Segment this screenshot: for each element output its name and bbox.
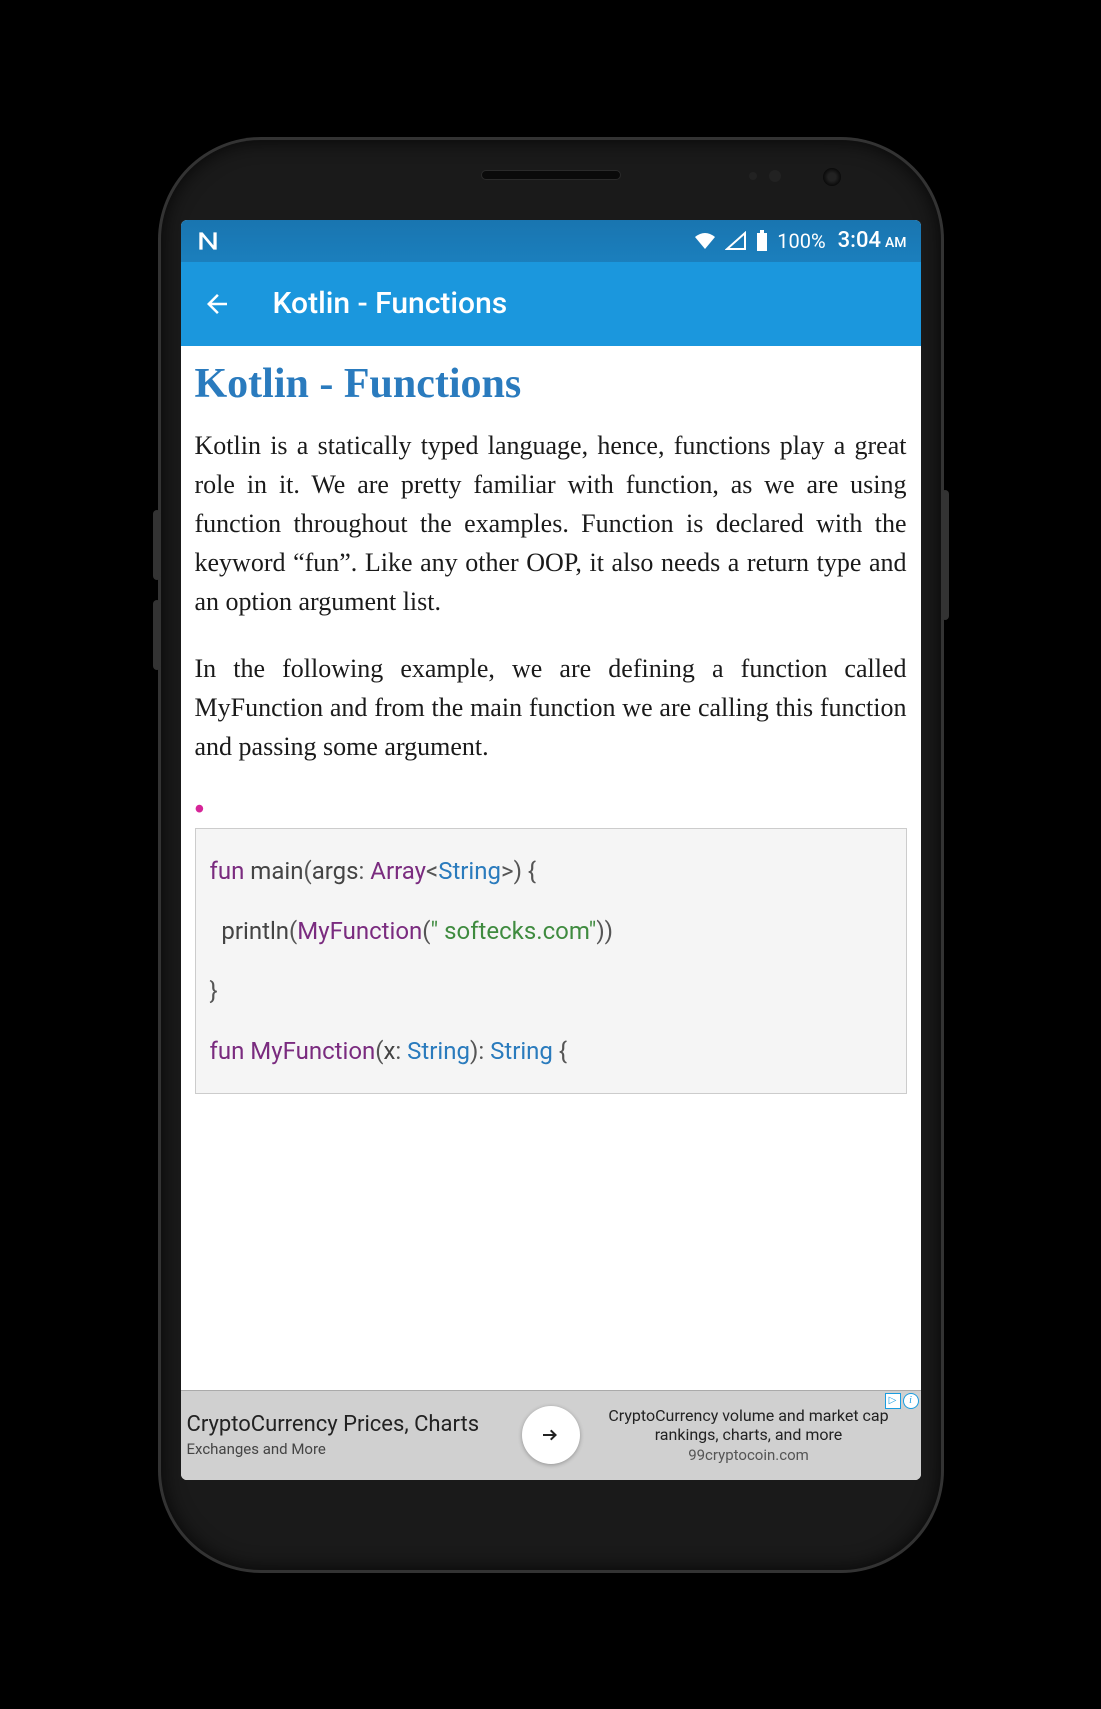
- ad-left-subtitle: Exchanges and More: [187, 1440, 505, 1458]
- code-line: println(MyFunction(" softecks.com")): [210, 907, 892, 955]
- code-line: fun MyFunction(x: String): String {: [210, 1027, 892, 1075]
- clock-ampm: AM: [885, 235, 907, 251]
- ad-info-icon[interactable]: i: [903, 1393, 919, 1409]
- code-block: fun main(args: Array<String>) { println(…: [195, 828, 907, 1094]
- battery-percent: 100%: [777, 229, 825, 253]
- code-line: fun main(args: Array<String>) {: [210, 847, 892, 895]
- ad-left-title: CryptoCurrency Prices, Charts: [187, 1412, 505, 1437]
- content-area[interactable]: Kotlin - Functions Kotlin is a staticall…: [181, 346, 921, 1390]
- paragraph-1: Kotlin is a statically typed language, h…: [195, 426, 907, 621]
- battery-icon: [755, 230, 769, 252]
- ad-right-text: CryptoCurrency volume and market cap ran…: [597, 1406, 901, 1444]
- page-heading: Kotlin - Functions: [195, 360, 907, 408]
- app-bar-title: Kotlin - Functions: [273, 286, 508, 321]
- ad-badges: ▷ i: [885, 1393, 919, 1409]
- status-bar: 100% 3:04 AM: [181, 220, 921, 262]
- clock: 3:04 AM: [838, 228, 907, 253]
- ad-arrow-button[interactable]: [522, 1406, 580, 1464]
- screen: 100% 3:04 AM Kotlin - Functions Kotlin -…: [181, 220, 921, 1480]
- cell-signal-icon: [725, 231, 747, 251]
- marker-icon: •: [195, 794, 907, 826]
- ad-left[interactable]: CryptoCurrency Prices, Charts Exchanges …: [181, 1391, 511, 1480]
- paragraph-2: In the following example, we are definin…: [195, 649, 907, 766]
- ad-right[interactable]: CryptoCurrency volume and market cap ran…: [591, 1391, 921, 1480]
- back-button[interactable]: [201, 288, 233, 320]
- ad-right-domain: 99cryptocoin.com: [597, 1446, 901, 1464]
- wifi-icon: [693, 231, 717, 251]
- ad-banner[interactable]: CryptoCurrency Prices, Charts Exchanges …: [181, 1390, 921, 1480]
- android-n-icon: [195, 228, 221, 254]
- app-bar: Kotlin - Functions: [181, 262, 921, 346]
- phone-frame: 100% 3:04 AM Kotlin - Functions Kotlin -…: [161, 140, 941, 1570]
- code-line: }: [210, 967, 892, 1015]
- clock-time: 3:04: [838, 228, 881, 253]
- ad-close-icon[interactable]: ▷: [885, 1393, 901, 1409]
- ad-center[interactable]: [511, 1391, 591, 1480]
